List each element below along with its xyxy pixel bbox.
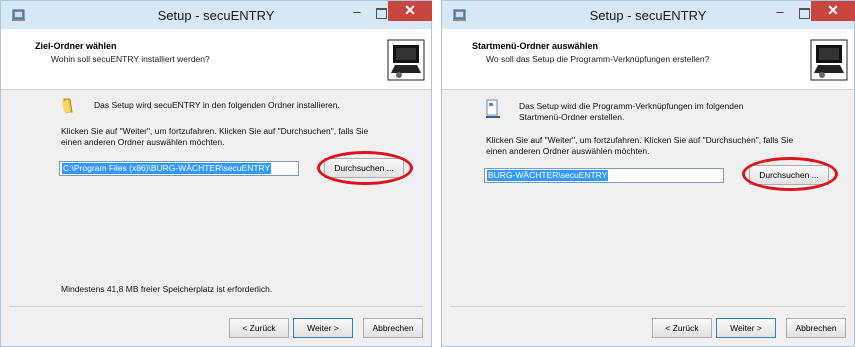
instruction-line-1: Klicken Sie auf "Weiter", um fortzufahre…	[486, 135, 794, 145]
title-bar[interactable]: Setup - secuENTRY – ✕	[442, 1, 855, 29]
instruction-line-1: Klicken Sie auf "Weiter", um fortzufahre…	[61, 126, 369, 136]
setup-window-startmenu: Setup - secuENTRY – ✕ Startmenü-Ordner a…	[441, 0, 855, 347]
back-button[interactable]: < Zurück	[652, 318, 712, 338]
install-intro-text: Das Setup wird secuENTRY in den folgende…	[94, 100, 340, 110]
minimize-button[interactable]: –	[769, 5, 791, 21]
next-button[interactable]: Weiter >	[716, 318, 776, 338]
startmenu-folder-value: BURG-WÄCHTER\secuENTRY	[487, 170, 609, 181]
instruction-line-2: einen anderen Ordner auswählen möchten.	[61, 137, 225, 147]
cancel-button[interactable]: Abbrechen	[786, 318, 846, 338]
disk-space-text: Mindestens 41,8 MB freier Speicherplatz …	[61, 284, 273, 294]
computer-install-icon	[387, 39, 425, 81]
setup-window-destination: Setup - secuENTRY – ✕ Ziel-Ordner wählen…	[0, 0, 432, 347]
start-menu-folder-icon	[486, 99, 500, 118]
wizard-header: Startmenü-Ordner auswählen Wo soll das S…	[442, 29, 854, 90]
minimize-button[interactable]: –	[346, 5, 368, 21]
close-button[interactable]: ✕	[388, 1, 432, 21]
folder-icon	[62, 98, 73, 113]
back-button[interactable]: < Zurück	[229, 318, 289, 338]
computer-install-icon	[810, 39, 848, 81]
next-button[interactable]: Weiter >	[293, 318, 353, 338]
footer-divider	[450, 306, 846, 307]
title-bar[interactable]: Setup - secuENTRY – ✕	[1, 1, 432, 29]
page-subheading: Wohin soll secuENTRY installiert werden?	[51, 54, 210, 64]
startmenu-intro-line-2: Startmenü-Ordner erstellen.	[519, 112, 625, 122]
instruction-line-2: einen anderen Ordner auswählen möchten.	[486, 146, 650, 156]
page-subheading: Wo soll das Setup die Programm-Verknüpfu…	[486, 54, 710, 64]
install-path-value: C:\Program Files (x86)\BURG-WÄCHTER\secu…	[62, 163, 272, 174]
cancel-button[interactable]: Abbrechen	[363, 318, 423, 338]
startmenu-intro-line-1: Das Setup wird die Programm-Verknüpfunge…	[519, 101, 744, 111]
highlight-circle	[317, 151, 413, 185]
highlight-circle	[742, 157, 838, 191]
page-heading: Startmenü-Ordner auswählen	[472, 41, 599, 51]
close-button[interactable]: ✕	[811, 1, 855, 21]
footer-divider	[9, 306, 423, 307]
wizard-header: Ziel-Ordner wählen Wohin soll secuENTRY …	[1, 29, 431, 90]
startmenu-folder-input[interactable]: BURG-WÄCHTER\secuENTRY	[484, 168, 724, 183]
page-heading: Ziel-Ordner wählen	[35, 41, 117, 51]
install-path-input[interactable]: C:\Program Files (x86)\BURG-WÄCHTER\secu…	[59, 161, 299, 176]
